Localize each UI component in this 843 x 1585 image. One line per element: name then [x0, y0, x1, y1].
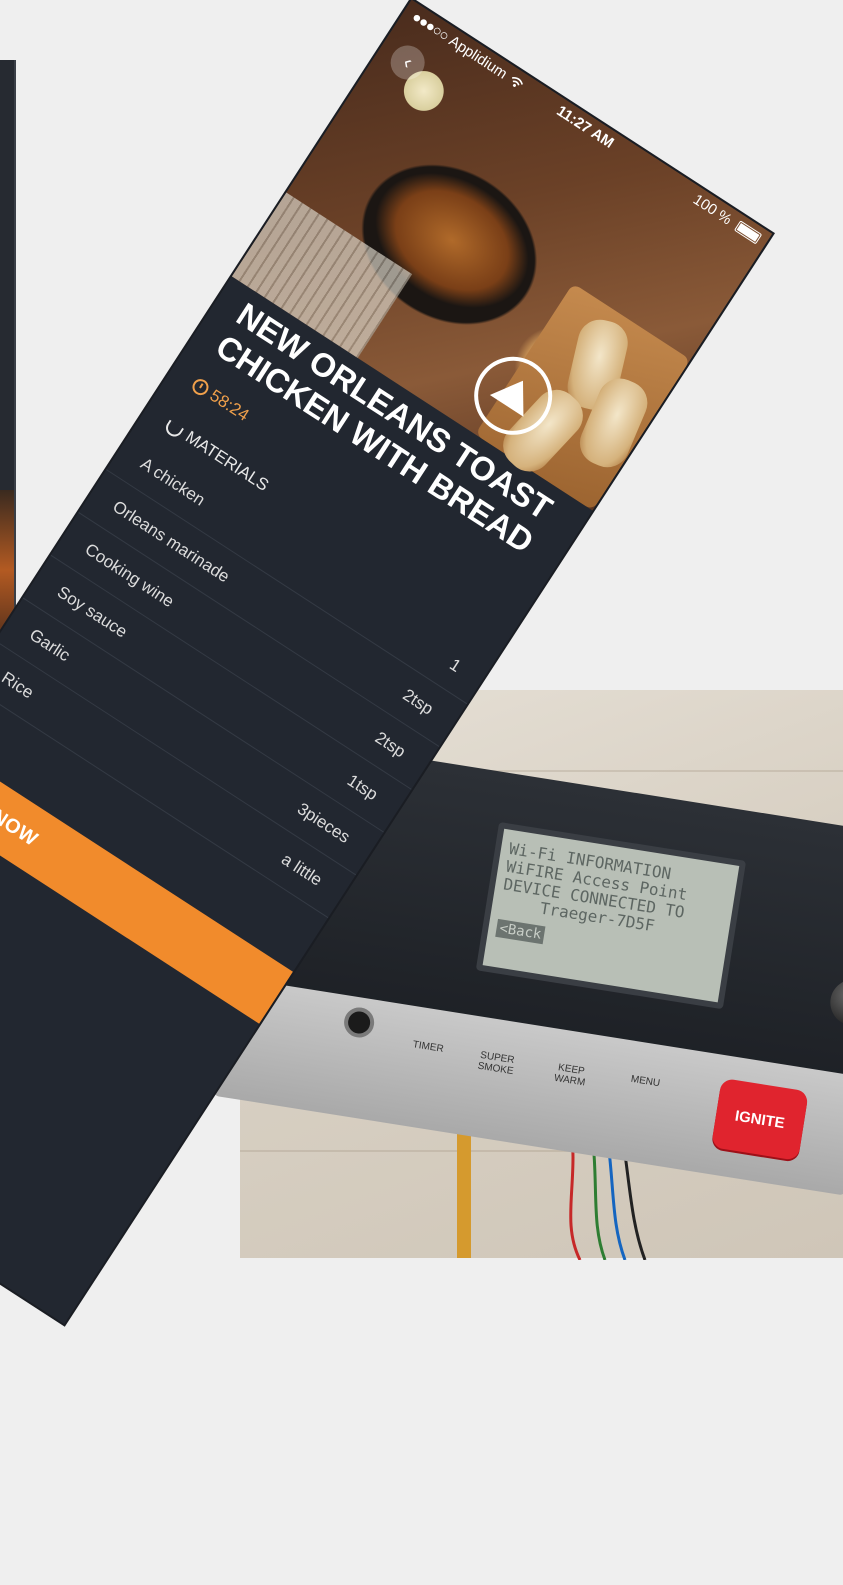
ingredient-qty: a little	[278, 849, 326, 890]
ingredient-qty: 2tsp	[371, 727, 409, 762]
play-icon	[489, 369, 540, 417]
back-chevron-icon: ‹	[399, 51, 417, 74]
recipe-screen: ●●●○○ Applidium 11:27 AM 100 % ‹ NEW ORL…	[0, 0, 773, 1325]
cook-time: 58:24	[188, 374, 253, 425]
ingredient-name: Rice	[0, 667, 38, 703]
phone-mockup: ●●●○○ Applidium 11:27 AM 100 % ‹ NEW ORL…	[0, 0, 843, 1550]
ingredient-qty: 1tsp	[343, 770, 382, 805]
ingredient-qty: 2tsp	[399, 685, 437, 719]
clock-icon	[189, 376, 212, 399]
ingredient-qty: 1	[446, 654, 465, 676]
bowl-icon	[163, 419, 185, 440]
ingredient-name: Garlic	[26, 625, 74, 666]
cook-time-value: 58:24	[206, 385, 253, 425]
